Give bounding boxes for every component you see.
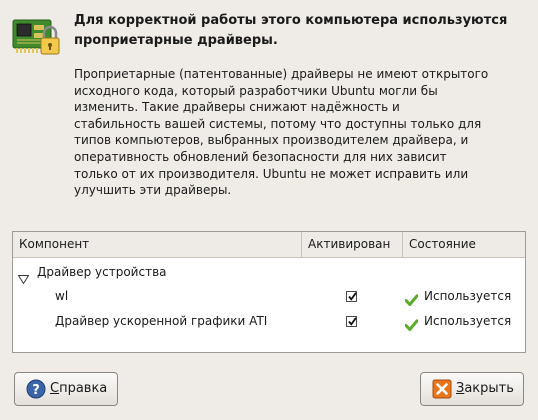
close-button-label: Закрыть xyxy=(456,381,514,396)
activated-checkbox[interactable] xyxy=(346,316,357,327)
tree-group-row[interactable]: Драйвер устройства xyxy=(13,260,525,285)
svg-text:?: ? xyxy=(32,383,40,398)
column-header-status[interactable]: Состояние xyxy=(402,232,525,257)
dialog-description: Проприетарные (патентованные) драйверы н… xyxy=(74,67,489,198)
dialog-heading: Для корректной работы этого компьютера и… xyxy=(74,13,508,48)
checkmark-icon xyxy=(404,315,419,339)
close-icon xyxy=(432,379,452,412)
driver-status: Используется xyxy=(424,289,512,303)
table-row[interactable]: wl Используется xyxy=(13,284,525,308)
group-label: Драйвер устройства xyxy=(37,265,167,279)
column-header-component[interactable]: Компонент xyxy=(13,232,302,257)
driver-name: Драйвер ускоренной графики ATI xyxy=(55,314,268,328)
table-row[interactable]: Драйвер ускоренной графики ATI Используе… xyxy=(13,309,525,333)
driver-name: wl xyxy=(55,289,69,303)
help-button-label: Справка xyxy=(50,381,108,396)
help-button[interactable]: ? Справка xyxy=(14,372,118,406)
hardware-driver-icon xyxy=(12,14,62,60)
help-icon: ? xyxy=(26,379,46,412)
close-button[interactable]: Закрыть xyxy=(420,372,524,406)
driver-status: Используется xyxy=(424,314,512,328)
activated-checkbox[interactable] xyxy=(346,291,357,302)
drivers-tree-view[interactable]: Компонент Активирован Состояние Драйвер … xyxy=(12,231,526,353)
column-header-activated[interactable]: Активирован xyxy=(301,232,402,257)
column-headers: Компонент Активирован Состояние xyxy=(13,232,525,258)
